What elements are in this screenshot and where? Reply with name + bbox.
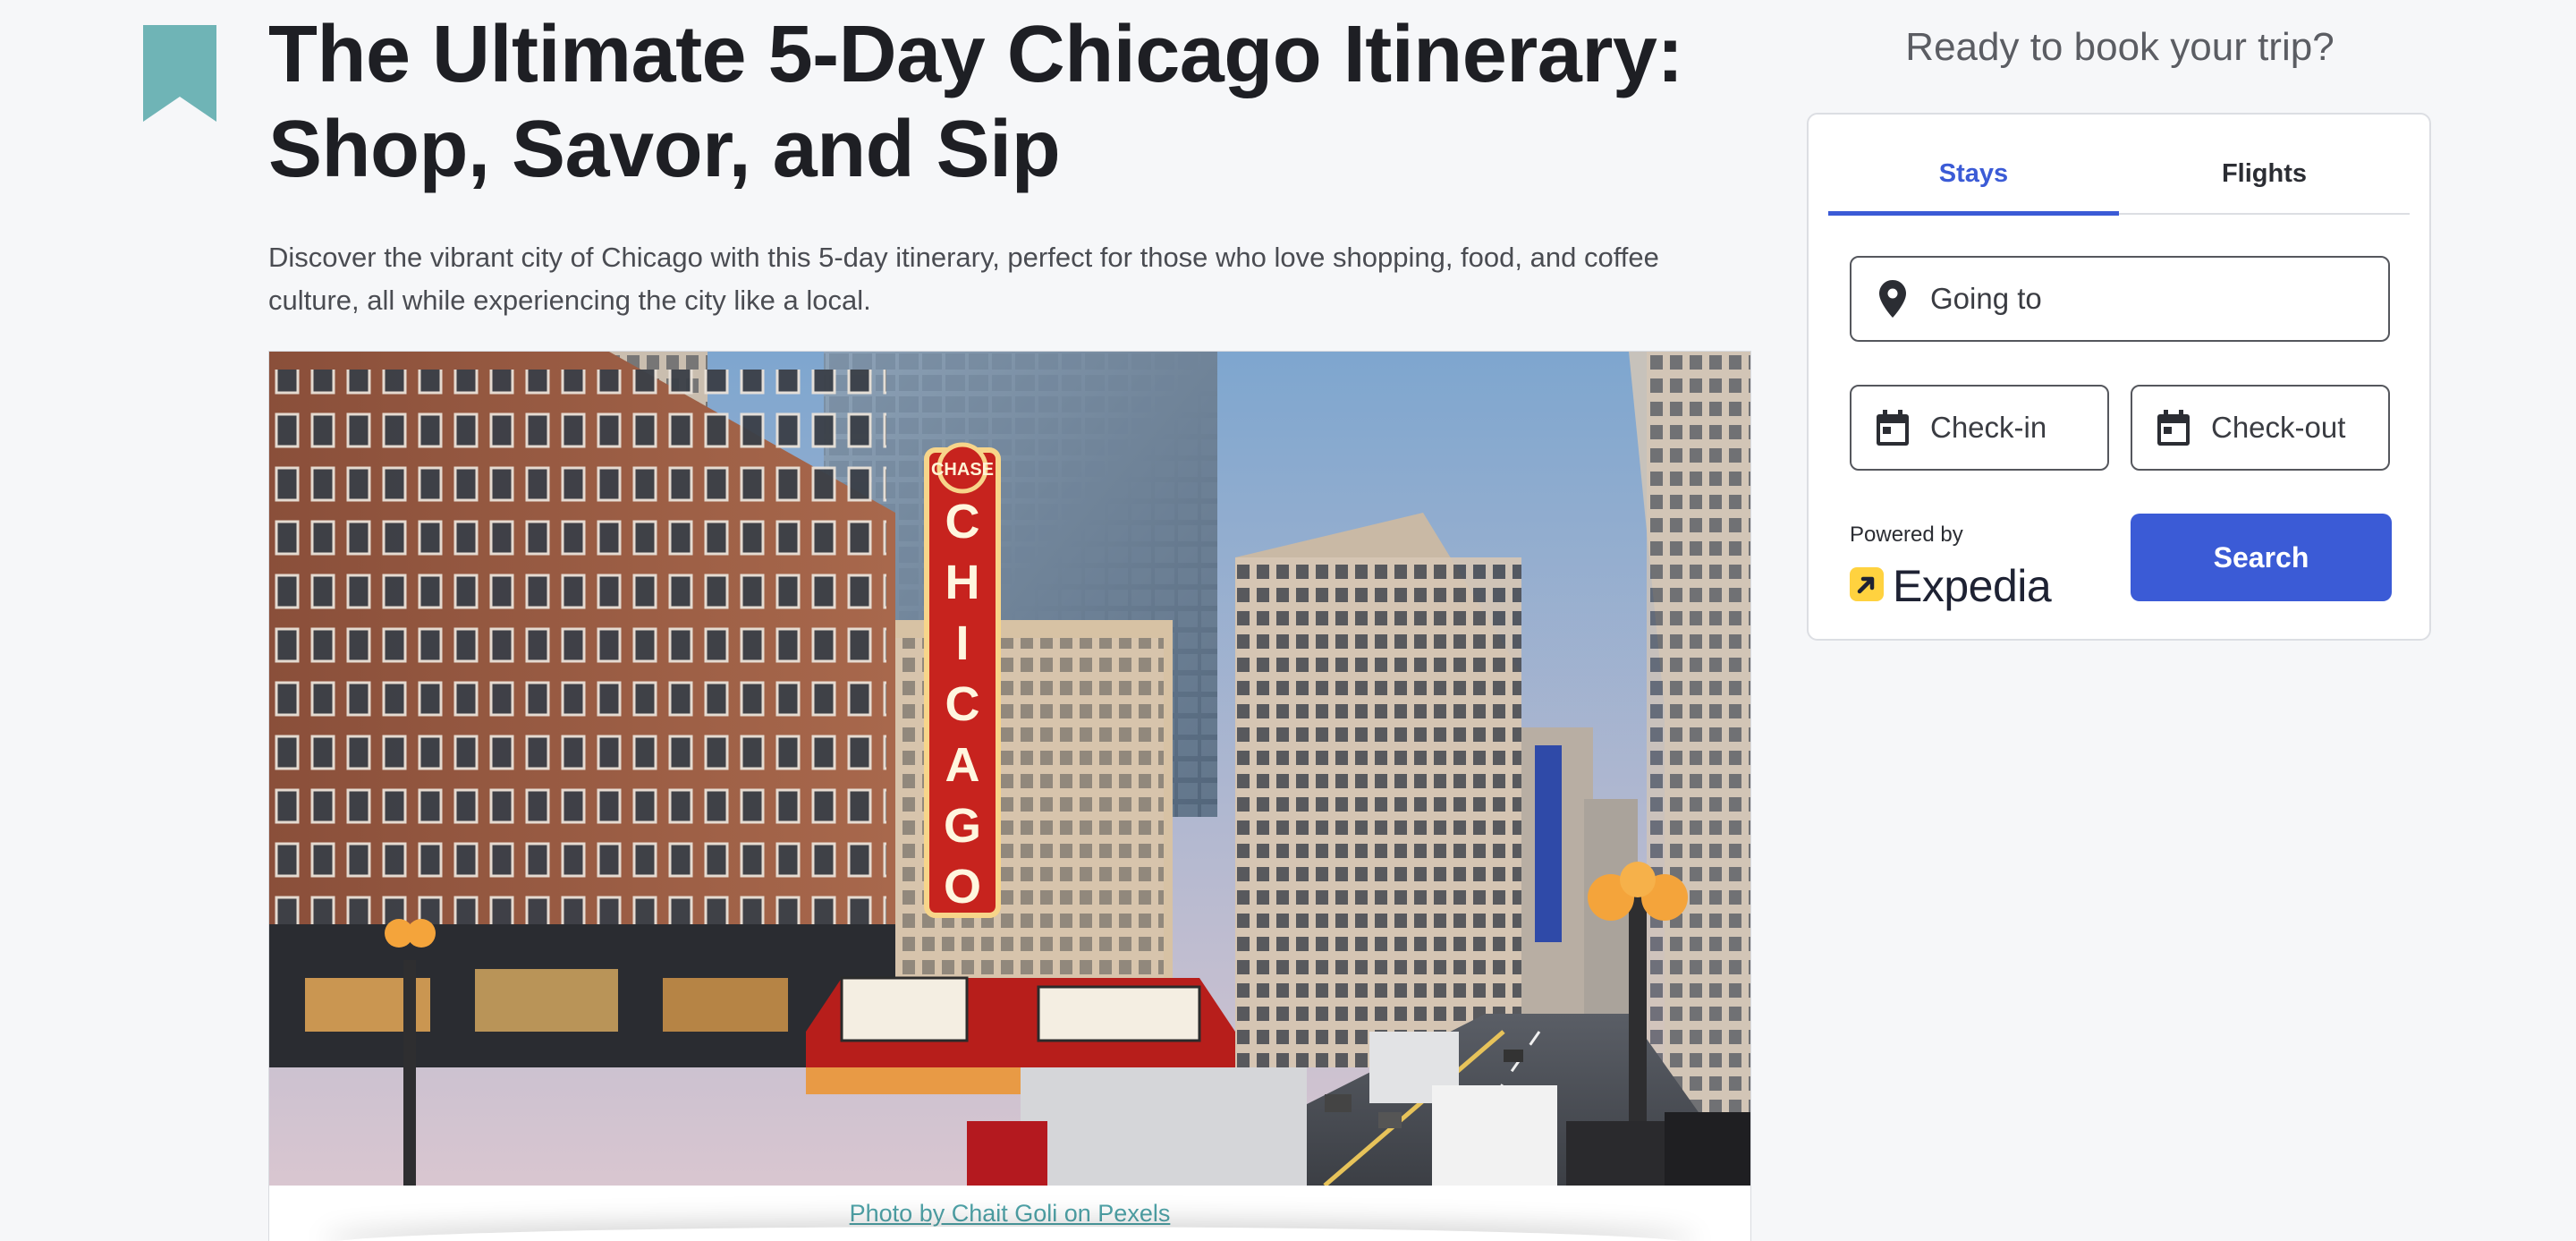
tab-stays[interactable]: Stays: [1828, 115, 2119, 216]
location-pin-icon: [1875, 279, 1911, 319]
calendar-icon: [2156, 408, 2191, 447]
bookmark-icon[interactable]: [143, 25, 216, 122]
photo-sign: CHICAGO: [927, 495, 998, 921]
checkin-label: Check-in: [1930, 411, 2047, 444]
caption-shadow: [323, 1227, 1697, 1241]
calendar-icon: [1875, 408, 1911, 447]
booking-widget: Stays Flights Going to Check-in Check-ou…: [1807, 113, 2431, 641]
checkout-input[interactable]: Check-out: [2131, 385, 2390, 471]
article-description: Discover the vibrant city of Chicago wit…: [268, 242, 1659, 316]
powered-by: Powered by Expedia: [1850, 523, 2052, 612]
destination-input[interactable]: Going to: [1850, 256, 2390, 342]
expedia-wordmark: Expedia: [1893, 561, 2052, 611]
page: The Ultimate 5-Day Chicago Itinerary: Sh…: [0, 0, 2576, 1241]
article-title: The Ultimate 5-Day Chicago Itinerary: Sh…: [268, 10, 1683, 194]
checkin-input[interactable]: Check-in: [1850, 385, 2109, 471]
booking-heading: Ready to book your trip?: [1905, 25, 2334, 69]
booking-tabs: Stays Flights: [1828, 115, 2410, 216]
expedia-logo-icon: [1850, 566, 1884, 606]
tab-flights[interactable]: Flights: [2119, 115, 2410, 213]
article-figure: CHASE CHICAGO Photo by Chait Goli on Pex…: [268, 351, 1751, 1241]
search-button[interactable]: Search: [2131, 514, 2392, 601]
hero-photo: CHASE CHICAGO: [269, 352, 1750, 1186]
article-header: The Ultimate 5-Day Chicago Itinerary: Sh…: [268, 0, 1753, 322]
powered-by-label: Powered by: [1850, 523, 1963, 547]
expedia-brand[interactable]: Expedia: [1850, 560, 2052, 612]
checkout-label: Check-out: [2211, 411, 2346, 444]
destination-placeholder: Going to: [1930, 282, 2042, 315]
photo-credit-link[interactable]: Photo by Chait Goli on Pexels: [269, 1200, 1750, 1228]
photo-sign-top: CHASE: [931, 460, 994, 480]
photo-sign-text: CHICAGO: [936, 495, 989, 921]
